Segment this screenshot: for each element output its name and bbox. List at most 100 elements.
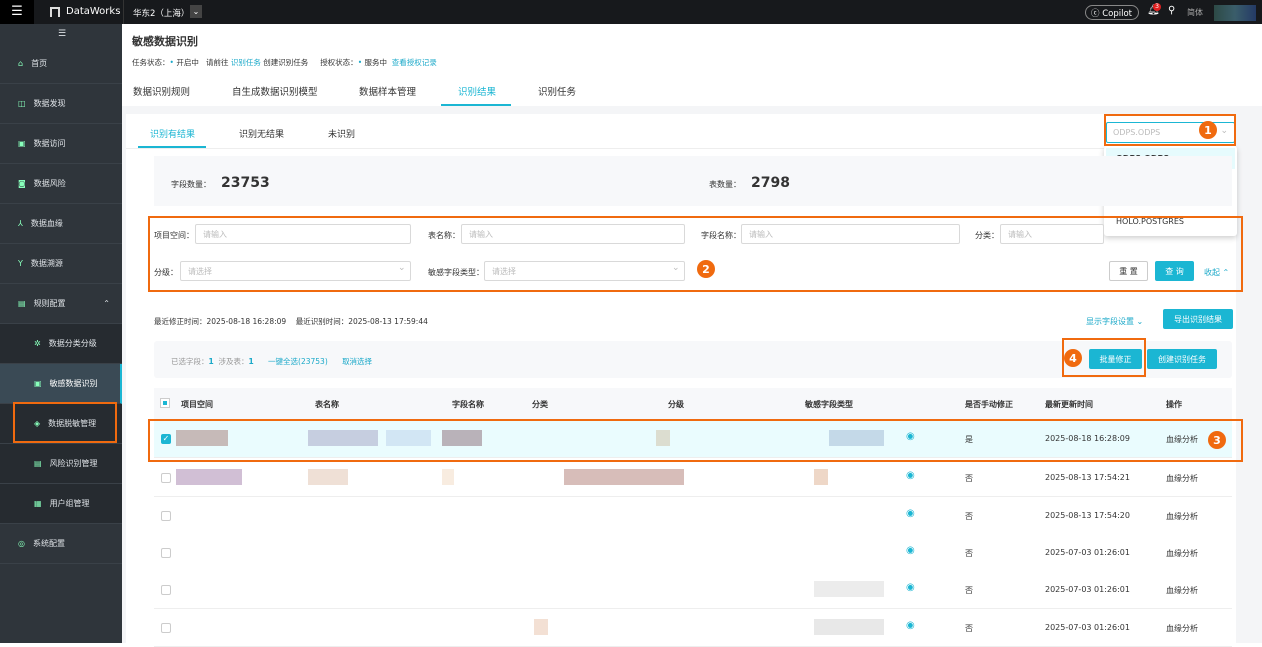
sidebar-item-9[interactable]: ◈ 数据脱敏管理 <box>0 404 122 444</box>
annotation-marker-3: 3 <box>1208 431 1226 449</box>
column-header[interactable]: 是否手动修正 <box>965 399 1013 410</box>
subtab-1[interactable]: 识别无结果 <box>239 127 284 140</box>
sidebar-item-4[interactable]: ⅄ 数据血缘 <box>0 204 122 244</box>
column-header[interactable]: 敏感字段类型 <box>805 399 853 410</box>
subtab-2[interactable]: 未识别 <box>328 127 355 140</box>
row-checkbox[interactable] <box>161 511 171 521</box>
region-selector[interactable]: 华东2（上海） <box>133 7 189 19</box>
reset-button[interactable]: 重 置 <box>1109 261 1148 281</box>
logo-icon <box>50 7 60 17</box>
sidebar-item-8[interactable]: ▣ 敏感数据识别 <box>0 364 122 404</box>
sidebar-item-11[interactable]: ▦ 用户组管理 <box>0 484 122 524</box>
sensitive-type-select[interactable]: 请选择 <box>484 261 685 281</box>
field-name-input[interactable]: 请输入 <box>741 224 960 244</box>
lineage-analysis-link[interactable]: 血缘分析 <box>1166 623 1198 634</box>
tools-icon[interactable]: ⚲ <box>1168 5 1175 16</box>
chevron-down-icon[interactable]: ⌄ <box>190 5 202 18</box>
create-task-button[interactable]: 创建识别任务 <box>1147 349 1217 369</box>
manual-fix-cell: 否 <box>965 586 973 595</box>
lineage-analysis-link[interactable]: 血缘分析 <box>1166 473 1198 484</box>
eye-icon[interactable]: ◉ <box>906 545 915 556</box>
column-header[interactable]: 项目空间 <box>181 399 213 410</box>
project-input[interactable]: 请输入 <box>195 224 411 244</box>
notification-badge: 3 <box>1153 3 1161 11</box>
select-all-link[interactable]: 一键全选(23753) <box>268 357 328 366</box>
manual-fix-cell: 否 <box>965 624 973 633</box>
sidebar-item-6[interactable]: ▤ 规则配置 ⌃ <box>0 284 122 324</box>
category-input[interactable]: 请输入 <box>1000 224 1104 244</box>
table-row[interactable]: ◉ 否 2025-07-03 01:26:01 血缘分析 <box>154 609 1232 647</box>
task-link[interactable]: 识别任务 <box>231 58 261 67</box>
rules-icon: ▤ <box>18 299 26 308</box>
table-row[interactable]: ◉ 否 2025-07-03 01:26:01 血缘分析 <box>154 534 1232 572</box>
table-row[interactable]: ✓ ◉ 是 2025-08-18 16:28:09 血缘分析 <box>154 420 1232 458</box>
updated-time-cell: 2025-07-03 01:26:01 <box>1045 585 1130 594</box>
table-row[interactable]: ◉ 否 2025-08-13 17:54:20 血缘分析 <box>154 497 1232 535</box>
select-all-checkbox[interactable] <box>160 398 170 408</box>
query-button[interactable]: 查 询 <box>1155 261 1194 281</box>
column-header[interactable]: 分类 <box>532 399 548 410</box>
copilot-button[interactable]: ⓒ Copilot <box>1085 5 1139 20</box>
menu-icon[interactable]: ☰ <box>0 0 34 24</box>
level-select[interactable]: 请选择 <box>180 261 411 281</box>
sidebar-item-1[interactable]: ◫ 数据发现 <box>0 84 122 124</box>
sidebar-item-0[interactable]: ⌂ 首页 <box>0 44 122 84</box>
chevron-up-icon[interactable]: ⌃ <box>103 299 110 308</box>
lineage-analysis-link[interactable]: 血缘分析 <box>1166 511 1198 522</box>
column-header[interactable]: 字段名称 <box>452 399 484 410</box>
batch-fix-button[interactable]: 批量修正 <box>1089 349 1142 369</box>
collapse-button[interactable]: 收起 ⌃ <box>1204 267 1229 278</box>
sidebar-item-2[interactable]: ▣ 数据访问 <box>0 124 122 164</box>
lineage-analysis-link[interactable]: 血缘分析 <box>1166 434 1198 445</box>
row-checkbox[interactable] <box>161 585 171 595</box>
collapse-sidebar-icon[interactable]: ☰ <box>58 29 66 39</box>
sidebar-item-5[interactable]: Y 数据溯源 <box>0 244 122 284</box>
tab-4[interactable]: 识别任务 <box>538 84 576 98</box>
language-switch[interactable]: 简体 <box>1187 7 1203 18</box>
row-checkbox[interactable] <box>161 623 171 633</box>
sidebar-item-10[interactable]: ▤ 风险识别管理 <box>0 444 122 484</box>
table-name-input[interactable]: 请输入 <box>461 224 685 244</box>
column-header[interactable]: 表名称 <box>315 399 339 410</box>
redacted-cell <box>564 469 684 485</box>
datasource-option[interactable]: HOLO.POSTGRES <box>1106 211 1235 232</box>
chevron-down-icon: ⌄ <box>672 263 680 273</box>
redacted-cell <box>442 469 454 485</box>
export-button[interactable]: 导出识别结果 <box>1163 309 1233 329</box>
row-checkbox[interactable]: ✓ <box>161 434 171 444</box>
column-header[interactable]: 分级 <box>668 399 684 410</box>
tab-1[interactable]: 自生成数据识别模型 <box>232 84 318 98</box>
updated-time-cell: 2025-07-03 01:26:01 <box>1045 548 1130 557</box>
column-header[interactable]: 最新更新时间 <box>1045 399 1093 410</box>
row-checkbox[interactable] <box>161 473 171 483</box>
cancel-selection-link[interactable]: 取消选择 <box>342 357 372 366</box>
column-header[interactable]: 操作 <box>1166 399 1182 410</box>
task-status: 开启中 <box>176 58 199 67</box>
annotation-marker-2: 2 <box>697 260 715 278</box>
lineage-analysis-link[interactable]: 血缘分析 <box>1166 585 1198 596</box>
display-settings-button[interactable]: 显示字段设置 ⌄ <box>1086 316 1143 327</box>
table-row[interactable]: ◉ 否 2025-07-03 01:26:01 血缘分析 <box>154 571 1232 609</box>
sidebar-item-3[interactable]: ◙ 数据风险 <box>0 164 122 204</box>
eye-icon[interactable]: ◉ <box>906 470 915 481</box>
tab-0[interactable]: 数据识别规则 <box>133 84 190 98</box>
brand[interactable]: DataWorks <box>66 6 120 17</box>
manual-fix-cell: 否 <box>965 549 973 558</box>
sidebar-item-12[interactable]: ◎ 系统配置 <box>0 524 122 564</box>
eye-icon[interactable]: ◉ <box>906 431 915 442</box>
tab-3[interactable]: 识别结果 <box>458 84 496 98</box>
table-row[interactable]: ◉ 否 2025-08-13 17:54:21 血缘分析 <box>154 459 1232 497</box>
sidebar-item-7[interactable]: ✲ 数据分类分级 <box>0 324 122 364</box>
eye-icon[interactable]: ◉ <box>906 620 915 631</box>
eye-icon[interactable]: ◉ <box>906 582 915 593</box>
lineage-analysis-link[interactable]: 血缘分析 <box>1166 548 1198 559</box>
tab-2[interactable]: 数据样本管理 <box>359 84 416 98</box>
recent-times: 最近修正时间：2025-08-18 16:28:09 最近识别时间：2025-0… <box>154 317 428 326</box>
stats-bar: 字段数量： 23753 表数量： 2798 <box>154 156 1232 206</box>
auth-record-link[interactable]: 查看授权记录 <box>392 58 437 67</box>
subtab-0[interactable]: 识别有结果 <box>150 127 195 140</box>
table-count: 2798 <box>751 175 790 191</box>
eye-icon[interactable]: ◉ <box>906 508 915 519</box>
avatar[interactable] <box>1214 5 1256 21</box>
row-checkbox[interactable] <box>161 548 171 558</box>
